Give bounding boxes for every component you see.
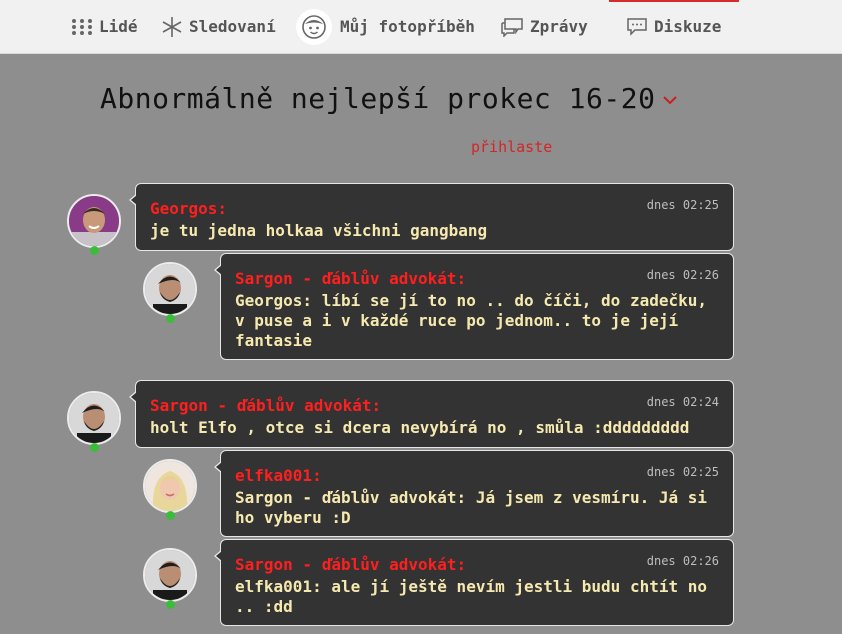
nav-discussion[interactable]: Diskuze <box>626 0 721 53</box>
avatar[interactable] <box>143 548 197 602</box>
list-item: elfka001: dnes 02:25 Sargon - ďáblův adv… <box>214 450 734 537</box>
nav-my-story-label: Můj fotopříběh <box>340 17 475 36</box>
post-time: dnes 02:25 <box>646 465 719 479</box>
post-author[interactable]: Sargon - ďáblův advokát: <box>235 269 466 288</box>
chat-bubbles-icon <box>500 17 524 37</box>
top-nav: Lidé Sledovaní Můj fotopříběh Zprávy Dis… <box>0 0 842 54</box>
chevron-down-icon[interactable] <box>663 79 678 112</box>
nav-messages-label: Zprávy <box>530 17 588 36</box>
post-time: dnes 02:25 <box>646 198 719 212</box>
post-time: dnes 02:26 <box>646 268 719 282</box>
face-icon <box>296 8 332 45</box>
avatar[interactable] <box>67 194 121 248</box>
list-item: Georgos: dnes 02:25 je tu jedna holkaa v… <box>129 183 734 251</box>
login-link[interactable]: přihlaste <box>471 138 552 156</box>
list-item: Sargon - ďáblův advokát: dnes 02:24 holt… <box>129 380 734 448</box>
online-indicator <box>166 600 175 609</box>
nav-discussion-label: Diskuze <box>654 17 722 36</box>
online-indicator <box>166 314 175 323</box>
comment-icon <box>626 17 648 37</box>
post-time: dnes 02:26 <box>646 554 719 568</box>
avatar[interactable] <box>143 262 197 316</box>
nav-people-label: Lidé <box>99 17 138 36</box>
avatar[interactable] <box>143 459 197 513</box>
post-message: je tu jedna holkaa všichni gangbang <box>150 221 488 240</box>
nav-my-story[interactable]: Můj fotopříběh <box>296 0 475 53</box>
post-author[interactable]: Georgos: <box>150 199 227 218</box>
post-author[interactable]: Sargon - ďáblův advokát: <box>150 396 381 415</box>
people-icon <box>71 18 93 36</box>
post-message: Georgos: líbí se jí to no .. do číči, do… <box>235 291 708 350</box>
nav-following-label: Sledovaní <box>189 17 276 36</box>
online-indicator <box>90 443 99 452</box>
post-author[interactable]: Sargon - ďáblův advokát: <box>235 555 466 574</box>
nav-people[interactable]: Lidé <box>71 0 138 53</box>
list-item: Sargon - ďáblův advokát: dnes 02:26 elfk… <box>214 539 734 626</box>
post-author[interactable]: elfka001: <box>235 466 322 485</box>
post-message: elfka001: ale jí ještě nevím jestli budu… <box>235 577 708 616</box>
online-indicator <box>90 246 99 255</box>
post-message: holt Elfo , otce si dcera nevybírá no , … <box>150 418 690 437</box>
star-icon <box>161 16 183 38</box>
post-message: Sargon - ďáblův advokát: Já jsem z vesmí… <box>235 488 708 527</box>
online-indicator <box>166 511 175 520</box>
room-title-text: Abnormálně nejlepší prokec 16-20 <box>100 81 656 115</box>
nav-messages[interactable]: Zprávy <box>500 0 588 53</box>
avatar[interactable] <box>67 391 121 445</box>
nav-following[interactable]: Sledovaní <box>161 0 276 53</box>
room-title[interactable]: Abnormálně nejlepší prokec 16-20 <box>100 78 678 118</box>
post-time: dnes 02:24 <box>646 395 719 409</box>
list-item: Sargon - ďáblův advokát: dnes 02:26 Geor… <box>214 253 734 360</box>
